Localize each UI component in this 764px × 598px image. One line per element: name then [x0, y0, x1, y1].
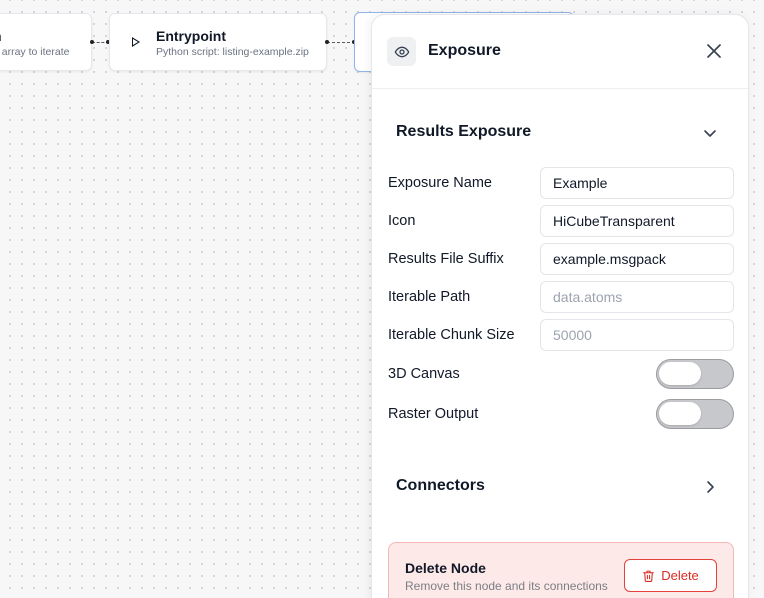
panel-header: Exposure	[372, 15, 748, 89]
icon-input[interactable]	[540, 205, 734, 237]
node-subtitle: n array to iterate	[0, 46, 70, 58]
field-label: Results File Suffix	[388, 251, 504, 267]
play-icon	[132, 37, 140, 47]
field-icon: Icon	[388, 205, 734, 237]
field-label: Icon	[388, 213, 416, 229]
field-exposure-name: Exposure Name	[388, 167, 734, 199]
field-iterable-path: Iterable Path	[388, 281, 734, 313]
field-results-file-suffix: Results File Suffix	[388, 243, 734, 275]
node-entrypoint[interactable]: Entrypoint Python script: listing-exampl…	[109, 13, 327, 71]
3d-canvas-toggle[interactable]	[656, 359, 734, 389]
panel-title: Exposure	[428, 42, 501, 59]
delete-button-label: Delete	[661, 568, 699, 583]
toggle-knob	[659, 402, 701, 425]
trash-icon	[643, 570, 655, 582]
section-results-exposure-toggle[interactable]: Results Exposure	[372, 113, 748, 153]
iterable-path-input[interactable]	[540, 281, 734, 313]
section-connectors-toggle[interactable]: Connectors	[372, 467, 748, 507]
edge-handle[interactable]	[325, 40, 329, 44]
close-icon[interactable]	[704, 41, 724, 61]
field-label: Exposure Name	[388, 175, 492, 191]
field-raster-output: Raster Output	[388, 398, 734, 430]
edge-handle[interactable]	[90, 40, 94, 44]
node-subtitle: Python script: listing-example.zip	[156, 46, 309, 58]
iterable-chunk-size-input[interactable]	[540, 319, 734, 351]
exposure-name-input[interactable]	[540, 167, 734, 199]
eye-icon	[387, 37, 416, 66]
section-title: Results Exposure	[396, 123, 532, 140]
field-3d-canvas: 3D Canvas	[388, 358, 734, 390]
node-array-iterator[interactable]: n n array to iterate	[0, 13, 92, 71]
delete-node-description: Remove this node and its connections	[405, 579, 608, 593]
node-settings-panel: Exposure Results Exposure Exposure Name …	[371, 14, 749, 598]
edge-entrypoint-exposure	[327, 42, 355, 43]
field-iterable-chunk-size: Iterable Chunk Size	[388, 319, 734, 351]
chevron-right-icon	[707, 481, 714, 493]
chevron-down-icon	[704, 130, 716, 137]
node-title: n	[0, 28, 2, 44]
delete-node-title: Delete Node	[405, 560, 486, 576]
toggle-knob	[659, 362, 701, 385]
node-title: Entrypoint	[156, 28, 226, 44]
flow-canvas[interactable]: n n array to iterate Entrypoint Python s…	[0, 0, 764, 598]
delete-node-card: Delete Node Remove this node and its con…	[388, 542, 734, 598]
field-label: 3D Canvas	[388, 366, 460, 382]
field-label: Iterable Path	[388, 289, 471, 305]
results-file-suffix-input[interactable]	[540, 243, 734, 275]
section-title: Connectors	[396, 477, 485, 494]
raster-output-toggle[interactable]	[656, 399, 734, 429]
delete-button[interactable]: Delete	[624, 559, 717, 592]
field-label: Iterable Chunk Size	[388, 327, 515, 343]
field-label: Raster Output	[388, 406, 479, 422]
